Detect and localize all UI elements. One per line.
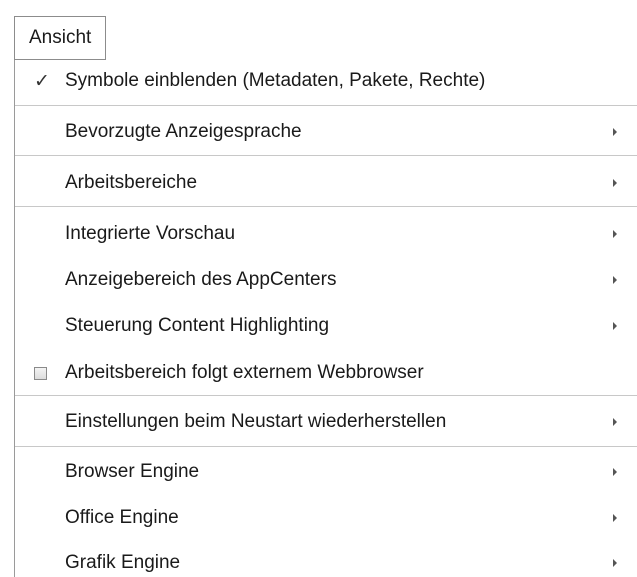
check-icon: ✓ (34, 70, 50, 92)
menu-item-content-highlighting[interactable]: Steuerung Content Highlighting (15, 307, 637, 345)
submenu-arrow-icon (613, 559, 617, 567)
submenu-arrow-icon (613, 514, 617, 522)
menu-item-label: Browser Engine (65, 461, 200, 482)
menu-item-label: Einstellungen beim Neustart wiederherste… (65, 411, 447, 432)
check-gutter: ✓ (15, 62, 65, 100)
menu-item-appcenter-display[interactable]: Anzeigebereich des AppCenters (15, 261, 637, 299)
submenu-arrow-icon (613, 179, 617, 187)
submenu-arrow-icon (613, 276, 617, 284)
menu-item-label: Grafik Engine (65, 552, 181, 573)
menu-separator (15, 105, 637, 106)
menu-item-label: Anzeigebereich des AppCenters (65, 269, 337, 290)
menu-item-workspaces[interactable]: Arbeitsbereiche (15, 164, 637, 202)
app-stage: Ansicht ✓ Symbole einblenden (Metadaten,… (0, 0, 637, 577)
submenu-arrow-icon (613, 230, 617, 238)
view-dropdown-menu: ✓ Symbole einblenden (Metadaten, Pakete,… (14, 60, 637, 577)
checkbox-icon[interactable] (33, 366, 47, 380)
menu-item-show-symbols[interactable]: ✓ Symbole einblenden (Metadaten, Pakete,… (15, 62, 637, 100)
menu-item-label: Symbole einblenden (Metadaten, Pakete, R… (65, 70, 486, 91)
menu-item-graphics-engine[interactable]: Grafik Engine (15, 544, 637, 577)
menu-separator (15, 206, 637, 207)
menu-item-follow-external-browser[interactable]: Arbeitsbereich folgt externem Webbrowser (15, 354, 637, 392)
menu-item-label: Office Engine (65, 507, 179, 528)
menu-item-label: Arbeitsbereich folgt externem Webbrowser (65, 362, 424, 383)
menu-item-label: Arbeitsbereiche (65, 172, 198, 193)
menu-item-integrated-preview[interactable]: Integrierte Vorschau (15, 215, 637, 253)
submenu-arrow-icon (613, 468, 617, 476)
menu-separator (15, 446, 637, 447)
checkbox-gutter (15, 354, 65, 392)
submenu-arrow-icon (613, 418, 617, 426)
menu-item-browser-engine[interactable]: Browser Engine (15, 453, 637, 491)
menu-item-label: Steuerung Content Highlighting (65, 315, 330, 336)
menu-separator (15, 155, 637, 156)
menu-item-restore-on-restart[interactable]: Einstellungen beim Neustart wiederherste… (15, 403, 637, 441)
menu-item-label: Bevorzugte Anzeigesprache (65, 121, 302, 142)
menu-item-label: Integrierte Vorschau (65, 223, 236, 244)
menu-item-office-engine[interactable]: Office Engine (15, 499, 637, 537)
menu-separator (15, 395, 637, 396)
menu-button-ansicht[interactable]: Ansicht (14, 16, 107, 60)
menu-item-preferred-language[interactable]: Bevorzugte Anzeigesprache (15, 113, 637, 151)
submenu-arrow-icon (613, 128, 617, 136)
submenu-arrow-icon (613, 322, 617, 330)
